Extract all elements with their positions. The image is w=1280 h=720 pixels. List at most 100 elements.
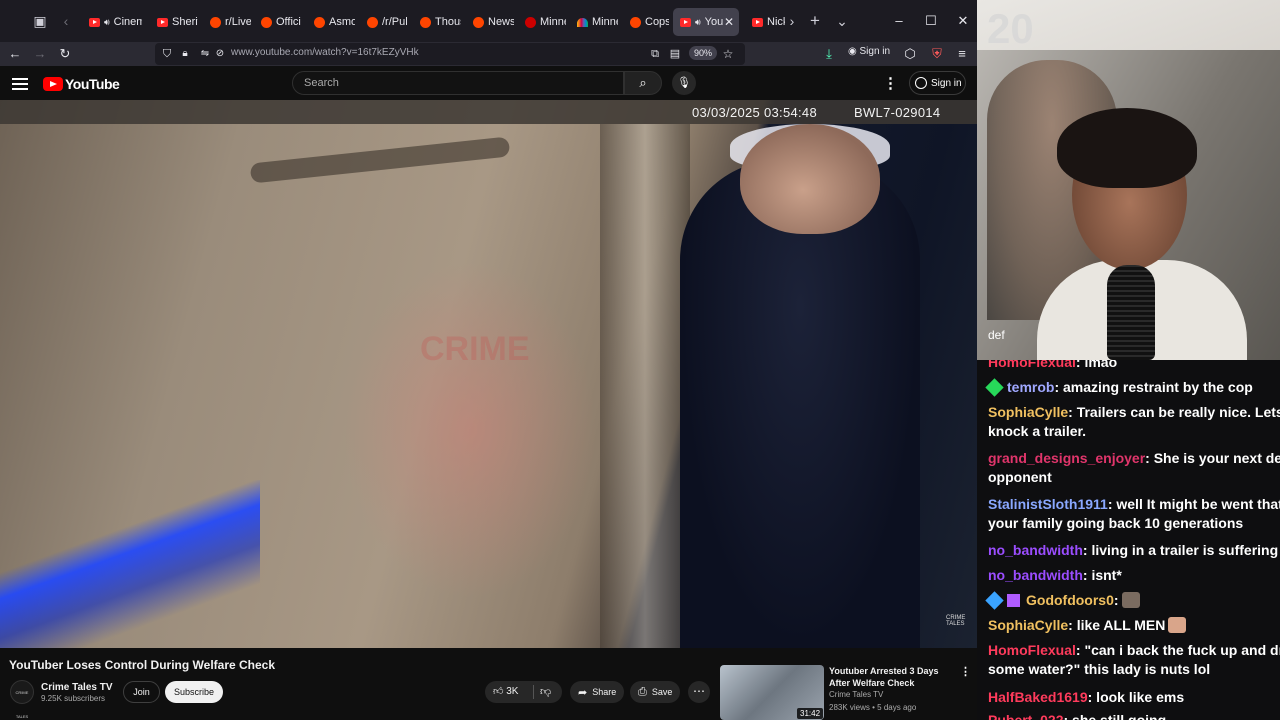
tab-6[interactable]: /r/Pul — [360, 8, 408, 36]
tab-scroll-right-icon[interactable]: › — [782, 11, 802, 31]
chat-message: Godofdoors0: — [985, 590, 1280, 611]
tab-7[interactable]: Thous — [413, 8, 461, 36]
tab-favicon-icon — [314, 16, 325, 28]
muted-icon[interactable]: ⊘ — [210, 44, 230, 64]
tab-1[interactable]: 🔊︎ Cinem — [82, 8, 142, 36]
chat-username[interactable]: temrob — [1007, 379, 1054, 395]
tab-favicon-icon — [261, 16, 272, 28]
tab-label: Thous — [435, 16, 461, 28]
channel-name[interactable]: Crime Tales TV — [41, 682, 113, 693]
chat-text: : like ALL MEN — [1068, 617, 1166, 633]
chat-username[interactable]: no_bandwidth — [988, 542, 1083, 558]
tab-favicon-icon — [89, 17, 100, 27]
tab-4[interactable]: Offici — [254, 8, 302, 36]
save-button[interactable]: ⎙ Save — [630, 681, 681, 703]
guide-menu-icon[interactable] — [12, 75, 28, 91]
shield-icon[interactable]: ⛉ — [157, 44, 177, 64]
more-actions-icon[interactable]: ⋯ — [688, 681, 710, 703]
blue-light — [0, 480, 260, 648]
chat-message: SophiaCylle: Trailers can be really nice… — [988, 402, 1280, 423]
like-button[interactable]: 👍︎ 3K — [493, 685, 518, 697]
tab-2[interactable]: Sherif — [150, 8, 198, 36]
tab-close-icon[interactable]: ✕ — [724, 15, 734, 29]
search-icon[interactable]: ⌕ — [624, 71, 662, 95]
tab-12[interactable]: 🔊︎ You ✕ — [673, 8, 739, 36]
chat-username[interactable]: HalfBaked1619 — [988, 689, 1088, 705]
tab-favicon-icon — [420, 16, 431, 28]
tab-11[interactable]: Cops — [623, 8, 669, 36]
thumbs-up-icon: 👍︎ — [493, 686, 507, 697]
channel-avatar[interactable]: CRIME TALES — [10, 680, 34, 719]
close-window-icon[interactable]: ✕ — [953, 10, 973, 32]
settings-kebab-icon[interactable]: ⋮ — [883, 74, 898, 92]
microphone-graphic — [1107, 265, 1155, 360]
microphone-icon[interactable]: 🎙︎ — [672, 71, 696, 95]
chat-text: : living in a trailer is suffering — [1082, 542, 1279, 558]
tab-13[interactable]: Nick — [745, 8, 785, 36]
share-label: Share — [592, 687, 617, 697]
youtube-signin-button[interactable]: Sign in — [909, 71, 966, 95]
back-icon[interactable]: ← — [5, 44, 25, 64]
recommended-title[interactable]: Youtuber Arrested 3 Days After Welfare C… — [829, 665, 959, 689]
lock-icon[interactable]: 🔒︎ — [175, 44, 195, 64]
tab-3[interactable]: r/Live — [203, 8, 251, 36]
tab-scroll-left-icon[interactable]: ‹ — [56, 11, 76, 31]
chat-message: HomoFlexual: lmao — [988, 360, 1280, 373]
download-icon[interactable]: ⤓ — [819, 44, 839, 64]
tab-5[interactable]: Asmo — [307, 8, 355, 36]
chat-username[interactable]: StalinistSloth1911 — [988, 496, 1108, 512]
tab-10[interactable]: Minne — [570, 8, 618, 36]
tab-overview-icon[interactable]: ▣ — [30, 11, 50, 31]
tab-audio-icon[interactable]: 🔊︎ — [695, 17, 701, 28]
like-count: 3K — [506, 686, 519, 697]
maximize-icon[interactable]: ☐ — [921, 10, 941, 32]
subscribe-button[interactable]: Subscribe — [165, 681, 223, 703]
url-text: www.youtube.com/watch?v=16t7kEZyVHk — [231, 47, 419, 58]
share-button[interactable]: ➦ Share — [570, 681, 625, 703]
thumbs-down-icon[interactable]: 👎︎ — [540, 685, 551, 698]
chat-username[interactable]: HomoFlexual — [988, 360, 1076, 370]
tab-8[interactable]: News — [466, 8, 514, 36]
forward-icon[interactable]: → — [30, 44, 50, 64]
menu-icon[interactable]: ≡ — [952, 44, 972, 64]
recommended-channel[interactable]: Crime Tales TV — [829, 690, 883, 699]
chat-username[interactable]: Godofdoors0 — [1026, 592, 1114, 608]
ublock-icon[interactable]: ⛨ — [927, 44, 947, 64]
chat-text: : she still going — [1063, 712, 1167, 720]
list-tabs-icon[interactable]: ⌄ — [832, 11, 852, 31]
reader-view-icon[interactable]: ▤ — [665, 44, 685, 64]
chat-username[interactable]: Pubert_022 — [988, 712, 1063, 720]
tab-label: News — [488, 16, 514, 28]
tab-audio-icon[interactable]: 🔊︎ — [104, 17, 110, 28]
chat-username[interactable]: no_bandwidth — [988, 567, 1083, 583]
new-tab-icon[interactable]: + — [805, 11, 825, 31]
youtube-logo[interactable]: YouTube — [43, 76, 120, 92]
chat-message-continuation: opponent — [988, 469, 1052, 485]
recommended-kebab-icon[interactable]: ⋮ — [960, 665, 971, 678]
like-dislike-group: 👍︎ 3K 👎︎ — [485, 681, 562, 703]
minimize-icon[interactable]: – — [889, 10, 909, 32]
account-signin[interactable]: ◉ Sign in — [848, 46, 890, 57]
tab-label: Minne — [540, 16, 566, 28]
tab-favicon-icon — [577, 17, 588, 27]
chat-message: grand_designs_enjoyer: She is your next … — [988, 448, 1280, 469]
recommended-meta: 283K views • 5 days ago — [829, 703, 917, 712]
picture-in-picture-icon[interactable]: ⧉ — [645, 44, 665, 64]
search-input[interactable]: Search — [292, 71, 624, 95]
address-bar[interactable]: ⛉ 🔒︎ ⇋ ⊘ www.youtube.com/watch?v=16t7kEZ… — [155, 43, 745, 65]
zoom-level[interactable]: 90% — [689, 46, 718, 60]
bookmark-star-icon[interactable]: ☆ — [718, 44, 738, 64]
tab-9[interactable]: Minne — [518, 8, 566, 36]
chat-username[interactable]: SophiaCylle — [988, 617, 1068, 633]
extensions-icon[interactable]: ⬡ — [900, 44, 920, 64]
chat-text: : She is your next debate — [1145, 450, 1280, 466]
chat-username[interactable]: HomoFlexual — [988, 642, 1076, 658]
reload-icon[interactable]: ↻ — [55, 44, 75, 64]
officer-head — [740, 124, 880, 234]
join-button[interactable]: Join — [123, 681, 160, 703]
chat-username[interactable]: SophiaCylle — [988, 404, 1068, 420]
chat-username[interactable]: grand_designs_enjoyer — [988, 450, 1145, 466]
chat-emote-icon — [1121, 592, 1140, 608]
stream-chat: HomoFlexual: lmao temrob: amazing restrai… — [977, 360, 1280, 720]
video-player[interactable]: 03/03/2025 03:54:48 BWL7-029014 CRIME CR… — [0, 100, 977, 648]
